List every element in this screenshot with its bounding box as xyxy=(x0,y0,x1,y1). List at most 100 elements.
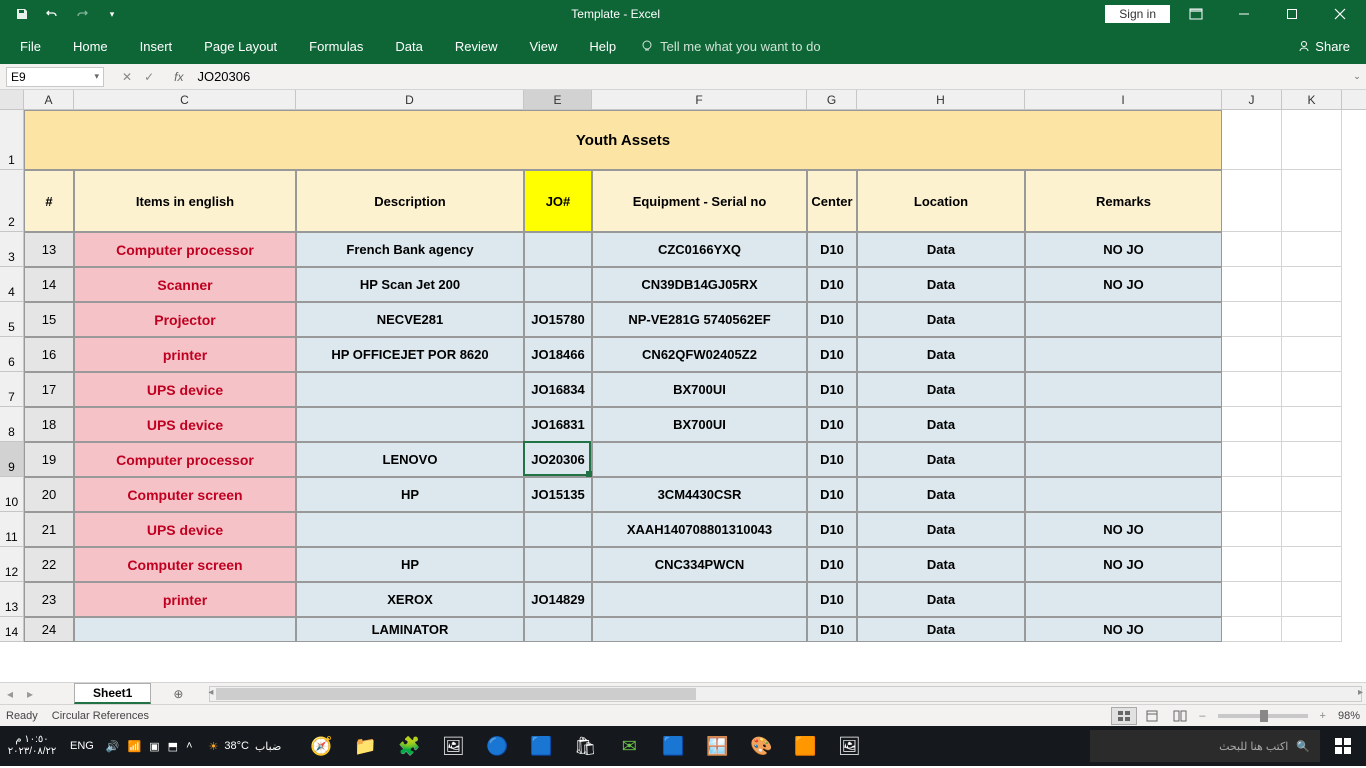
cell-desc[interactable] xyxy=(296,512,524,547)
taskbar-lang[interactable]: ENG xyxy=(64,740,100,752)
undo-icon[interactable] xyxy=(38,0,66,28)
cell-loc[interactable]: Data xyxy=(857,442,1025,477)
cell-item[interactable]: UPS device xyxy=(74,372,296,407)
fx-icon[interactable]: fx xyxy=(174,70,183,84)
taskbar-app[interactable]: 🖼 xyxy=(829,726,869,766)
header-center[interactable]: Center xyxy=(807,170,857,232)
sheet-tab-active[interactable]: Sheet1 xyxy=(74,683,151,704)
cell-center[interactable]: D10 xyxy=(807,617,857,642)
taskbar-app[interactable]: 🟦 xyxy=(653,726,693,766)
taskbar-app[interactable]: 🧭 xyxy=(301,726,341,766)
cell-jo[interactable] xyxy=(524,512,592,547)
cell-jo[interactable]: JO15135 xyxy=(524,477,592,512)
volume-icon[interactable]: 🔊 xyxy=(106,740,120,753)
cell-jo[interactable]: JO18466 xyxy=(524,337,592,372)
cell-center[interactable]: D10 xyxy=(807,477,857,512)
row-header[interactable]: 5 xyxy=(0,302,24,337)
taskbar-app[interactable]: 🖼 xyxy=(433,726,473,766)
cell-desc[interactable] xyxy=(296,407,524,442)
taskbar-tray[interactable]: 🔊 📶 ▣ ⬒ ˄ xyxy=(100,740,199,753)
row-header[interactable]: 8 xyxy=(0,407,24,442)
cell-num[interactable]: 16 xyxy=(24,337,74,372)
row-header[interactable]: 12 xyxy=(0,547,24,582)
cell-jo[interactable] xyxy=(524,617,592,642)
col-header[interactable]: H xyxy=(857,90,1025,109)
taskbar-weather[interactable]: ☀ 38°C ضباب xyxy=(199,740,292,753)
header-rem[interactable]: Remarks xyxy=(1025,170,1222,232)
redo-icon[interactable] xyxy=(68,0,96,28)
cell-item[interactable]: UPS device xyxy=(74,512,296,547)
cell-num[interactable]: 21 xyxy=(24,512,74,547)
file-tab[interactable]: File xyxy=(4,28,57,64)
row-header[interactable]: 4 xyxy=(0,267,24,302)
cell-desc[interactable]: HP xyxy=(296,477,524,512)
cell-item[interactable]: Computer processor xyxy=(74,232,296,267)
cell-loc[interactable]: Data xyxy=(857,407,1025,442)
cell-desc[interactable]: HP OFFICEJET POR 8620 xyxy=(296,337,524,372)
header-num[interactable]: # xyxy=(24,170,74,232)
cell-jo[interactable] xyxy=(524,232,592,267)
cell-rem[interactable]: NO JO xyxy=(1025,547,1222,582)
cell-item[interactable]: UPS device xyxy=(74,407,296,442)
cell-equip[interactable]: CNC334PWCN xyxy=(592,547,807,582)
chevron-down-icon[interactable]: ▾ xyxy=(94,71,99,82)
cell-center[interactable]: D10 xyxy=(807,302,857,337)
cell-rem[interactable] xyxy=(1025,582,1222,617)
cell-loc[interactable]: Data xyxy=(857,477,1025,512)
col-header[interactable]: I xyxy=(1025,90,1222,109)
start-button[interactable] xyxy=(1320,726,1366,766)
header-items[interactable]: Items in english xyxy=(74,170,296,232)
row-header[interactable]: 6 xyxy=(0,337,24,372)
col-header[interactable]: E xyxy=(524,90,592,109)
sheet-title[interactable]: Youth Assets xyxy=(24,110,1222,170)
cell-rem[interactable] xyxy=(1025,337,1222,372)
col-header[interactable]: D xyxy=(296,90,524,109)
zoom-level[interactable]: 98% xyxy=(1338,710,1360,722)
ribbon-tab[interactable]: Help xyxy=(573,28,632,64)
cell-equip[interactable]: CN62QFW02405Z2 xyxy=(592,337,807,372)
cell-center[interactable]: D10 xyxy=(807,407,857,442)
cell-center[interactable]: D10 xyxy=(807,267,857,302)
row-header[interactable]: 11 xyxy=(0,512,24,547)
cell-item[interactable]: Computer screen xyxy=(74,477,296,512)
cell-num[interactable]: 24 xyxy=(24,617,74,642)
ribbon-tab[interactable]: Formulas xyxy=(293,28,379,64)
cell-desc[interactable]: LENOVO xyxy=(296,442,524,477)
taskbar-app[interactable]: 🔵 xyxy=(477,726,517,766)
cell-center[interactable]: D10 xyxy=(807,337,857,372)
taskbar-app[interactable]: 🎨 xyxy=(741,726,781,766)
taskbar-app[interactable]: ✉ xyxy=(609,726,649,766)
row-header[interactable]: 13 xyxy=(0,582,24,617)
cell-item[interactable]: Projector xyxy=(74,302,296,337)
header-equip[interactable]: Equipment - Serial no xyxy=(592,170,807,232)
cell-num[interactable]: 20 xyxy=(24,477,74,512)
cancel-formula-icon[interactable]: ✕ xyxy=(122,70,132,84)
col-header[interactable]: J xyxy=(1222,90,1282,109)
taskbar-app[interactable]: 🛍 xyxy=(565,726,605,766)
cell-jo[interactable]: JO16834 xyxy=(524,372,592,407)
col-header[interactable]: K xyxy=(1282,90,1342,109)
view-normal-icon[interactable] xyxy=(1111,707,1137,725)
tell-me[interactable]: Tell me what you want to do xyxy=(640,39,820,54)
ribbon-tab[interactable]: Data xyxy=(379,28,438,64)
scrollbar-thumb[interactable] xyxy=(216,688,696,700)
cell-loc[interactable]: Data xyxy=(857,512,1025,547)
cell-item[interactable]: Scanner xyxy=(74,267,296,302)
cell-jo[interactable]: JO14829 xyxy=(524,582,592,617)
cell-num[interactable]: 14 xyxy=(24,267,74,302)
row-header[interactable]: 7 xyxy=(0,372,24,407)
cell-loc[interactable]: Data xyxy=(857,337,1025,372)
view-layout-icon[interactable] xyxy=(1139,707,1165,725)
cell-item[interactable]: Computer processor xyxy=(74,442,296,477)
cell-center[interactable]: D10 xyxy=(807,512,857,547)
cell-center[interactable]: D10 xyxy=(807,372,857,407)
cell-num[interactable]: 23 xyxy=(24,582,74,617)
cell-jo[interactable]: JO16831 xyxy=(524,407,592,442)
sheet-nav-next[interactable]: ▸ xyxy=(20,687,40,701)
cell-equip[interactable] xyxy=(592,442,807,477)
qat-dropdown-icon[interactable]: ▾ xyxy=(98,0,126,28)
enter-formula-icon[interactable]: ✓ xyxy=(144,70,154,84)
maximize-button[interactable] xyxy=(1270,0,1314,28)
cell-loc[interactable]: Data xyxy=(857,372,1025,407)
cell-loc[interactable]: Data xyxy=(857,547,1025,582)
